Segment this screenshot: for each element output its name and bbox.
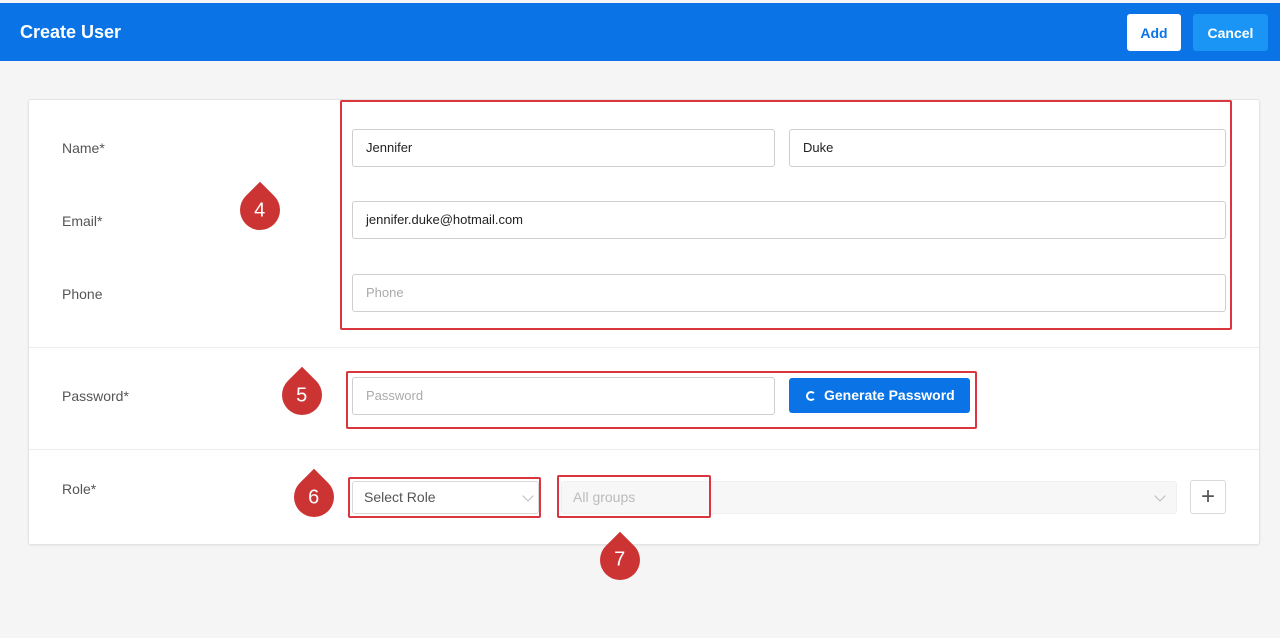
header-bar: Create User Add Cancel (0, 3, 1280, 61)
highlight-box-identity (340, 100, 1232, 330)
add-group-button[interactable]: + (1190, 480, 1226, 514)
page-title: Create User (20, 22, 122, 42)
role-label: Role* (62, 481, 97, 497)
email-label: Email* (62, 213, 103, 229)
name-label: Name* (62, 140, 105, 156)
highlight-box-password (346, 371, 977, 429)
cancel-button[interactable]: Cancel (1193, 14, 1268, 51)
password-label: Password* (62, 388, 129, 404)
add-button[interactable]: Add (1127, 14, 1181, 51)
section-divider (29, 449, 1259, 450)
highlight-box-role (348, 477, 541, 518)
chevron-down-icon (1154, 490, 1166, 502)
highlight-box-groups (557, 475, 711, 518)
phone-label: Phone (62, 286, 103, 302)
section-divider (29, 347, 1259, 348)
